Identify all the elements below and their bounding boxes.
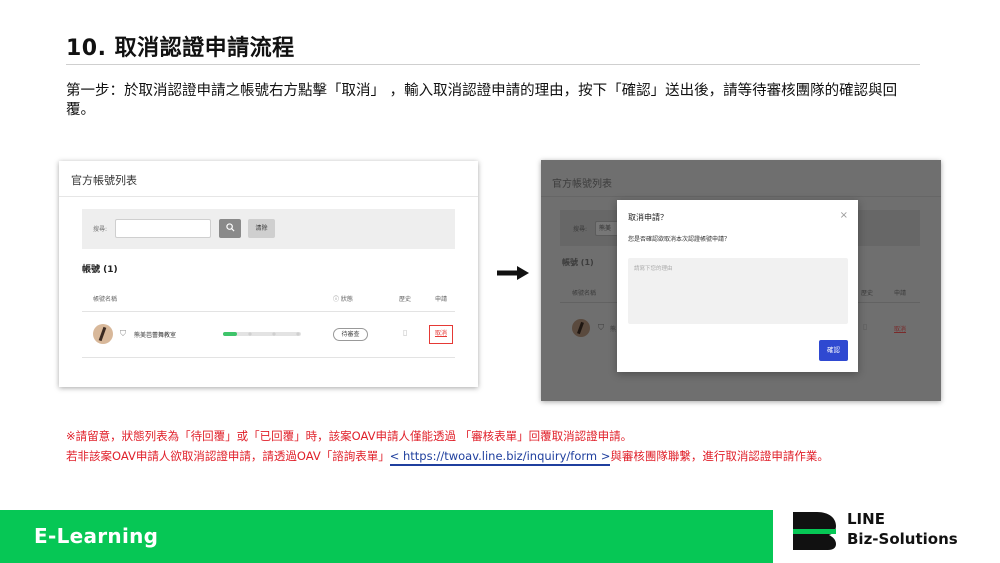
title-divider [66, 64, 920, 65]
column-history: 歷史 [399, 296, 412, 303]
footer-label: E-Learning [34, 524, 159, 548]
note-line-1: ※請留意，狀態列表為「待回覆」或「已回覆」時，該案OAV申請人僅能透過 「審核表… [66, 429, 633, 443]
cancel-modal-screenshot: 官方帳號列表 搜尋: 熊美 帳號 (1) 帳號名稱 歷史 申請 ⛉ 熊 ▯ 取消… [541, 160, 941, 401]
search-input[interactable] [115, 219, 211, 238]
brand-name-line: LINE [847, 510, 885, 528]
note-text-before: 若非該案OAV申請人欲取消認證申請，請透過OAV「諮詢表單」 [66, 449, 390, 463]
column-account-name: 帳號名稱 [572, 290, 597, 297]
avatar [572, 319, 590, 337]
status-badge: 待審查 [333, 328, 368, 341]
search-button[interactable] [219, 219, 241, 238]
row-divider [82, 357, 455, 358]
cancel-link: 取消 [894, 326, 907, 333]
history-icon[interactable]: ▯ [403, 328, 407, 337]
cancel-link[interactable]: 取消 [429, 325, 453, 344]
shield-icon: ⛉ [598, 323, 604, 332]
inquiry-form-link[interactable]: < https://twoav.line.biz/inquiry/form > [389, 449, 611, 466]
search-icon [225, 223, 235, 232]
dialog-question: 您是否確認欲取消本次認證帳號申請？ [628, 236, 731, 243]
reason-textarea[interactable]: 請寫下您的理由 [628, 258, 848, 324]
arrow-right-icon [497, 266, 529, 280]
avatar [93, 324, 113, 344]
accounts-header: 帳號 (1) [82, 265, 118, 275]
progress-steps [224, 332, 300, 336]
clear-button[interactable]: 清除 [248, 219, 275, 238]
panel-divider [541, 196, 941, 197]
account-list-screenshot: 官方帳號列表 搜尋: 清除 帳號 (1) 帳號名稱 ⓘ 狀態 歷史 申請 ⛉ 熊… [59, 161, 478, 387]
column-status: ⓘ 狀態 [333, 296, 353, 303]
account-name: 熊 [610, 326, 617, 333]
cancel-dialog: 取消申請？ × 您是否確認欲取消本次認證帳號申請？ 請寫下您的理由 確認 [617, 200, 858, 372]
search-label: 搜尋: [93, 226, 108, 233]
column-apply: 申請 [894, 290, 907, 297]
brand-name-biz-solutions: Biz-Solutions [847, 530, 958, 548]
dialog-title: 取消申請？ [628, 213, 668, 222]
reason-placeholder: 請寫下您的理由 [634, 266, 673, 272]
column-history: 歷史 [861, 290, 874, 297]
note-text-after: 與審核團隊聯繫，進行取消認證申請作業。 [610, 449, 829, 463]
note-line-2: 若非該案OAV申請人欲取消認證申請，請透過OAV「諮詢表單」< https://… [66, 448, 829, 466]
search-label: 搜尋: [573, 226, 588, 233]
accounts-header: 帳號 (1) [562, 258, 594, 267]
page-title: 10. 取消認證申請流程 [66, 36, 295, 61]
account-name: 熊美芭蕾舞教室 [134, 332, 177, 339]
close-icon[interactable]: × [840, 210, 848, 221]
column-account-name: 帳號名稱 [93, 296, 118, 303]
shield-icon: ⛉ [120, 329, 126, 338]
search-area: 搜尋: 清除 [82, 209, 455, 249]
history-icon: ▯ [863, 322, 868, 331]
confirm-button[interactable]: 確認 [819, 340, 848, 361]
account-list-title: 官方帳號列表 [552, 179, 612, 190]
panel-divider [59, 196, 478, 197]
account-list-title: 官方帳號列表 [71, 174, 137, 187]
line-biz-logo-icon [793, 512, 836, 550]
column-apply: 申請 [435, 296, 448, 303]
header-divider [82, 311, 455, 312]
step-description: 第一步：於取消認證申請之帳號右方點擊「取消」 ，輸入取消認證申請的理由，按下「確… [66, 83, 898, 118]
